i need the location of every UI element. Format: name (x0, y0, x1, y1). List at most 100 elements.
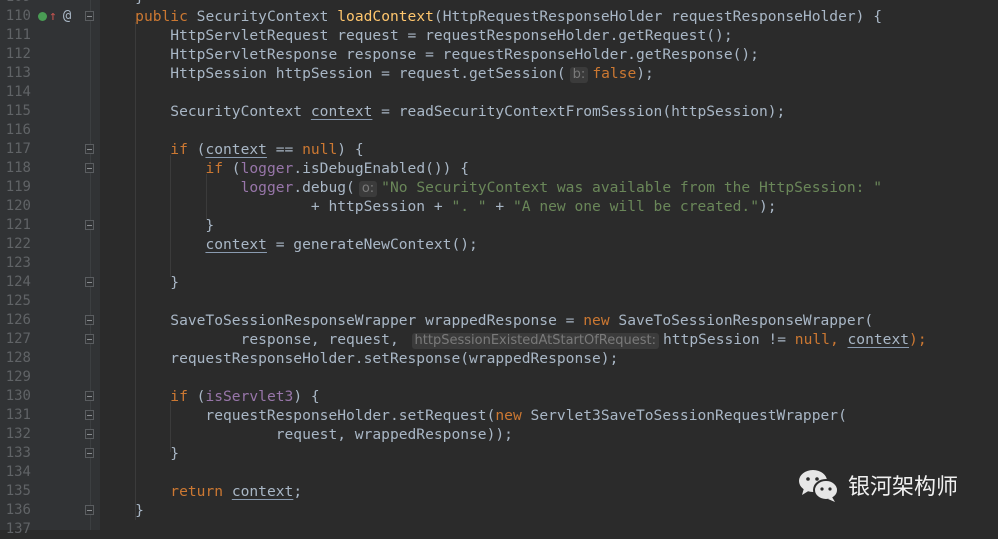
gutter-icons[interactable]: ↑ @ (38, 7, 71, 26)
code-token: "No SecurityContext was available from t… (381, 179, 882, 196)
code-line[interactable]: 136 } (0, 501, 998, 520)
fold-toggle-icon[interactable] (85, 334, 94, 344)
line-number: 127 (5, 331, 31, 347)
code-token: } (100, 502, 144, 519)
line-number: 118 (5, 160, 31, 176)
fold-toggle-icon[interactable] (85, 220, 94, 230)
code-line[interactable]: 125 (0, 292, 998, 311)
code-token: SaveToSessionResponseWrapper( (618, 312, 874, 329)
line-number: 123 (5, 255, 31, 271)
line-number: 116 (5, 122, 31, 138)
code-token: httpSession != (662, 331, 795, 348)
code-line[interactable]: 132 request, wrappedResponse)); (0, 425, 998, 444)
fold-toggle-icon[interactable] (85, 429, 94, 439)
code-token: requestResponseHolder.setResponse(wrappe… (100, 350, 619, 367)
code-line[interactable]: 118 if (logger.isDebugEnabled()) { (0, 159, 998, 178)
parameter-hint: b: (569, 67, 589, 83)
code-line[interactable]: 116 (0, 121, 998, 140)
code-line[interactable]: 122 context = generateNewContext(); (0, 235, 998, 254)
fold-toggle-icon[interactable] (85, 163, 94, 173)
line-number: 124 (5, 274, 31, 290)
code-line[interactable]: 117 if (context == null) { (0, 140, 998, 159)
code-text: } (100, 444, 179, 463)
code-line[interactable]: 130 if (isServlet3) { (0, 387, 998, 406)
code-token: } (100, 445, 180, 462)
code-token: (HttpRequestResponseHolder requestRespon… (433, 8, 883, 25)
code-token: .debug( (293, 179, 355, 196)
code-line[interactable]: 128 requestResponseHolder.setResponse(wr… (0, 349, 998, 368)
code-token: public (135, 8, 197, 25)
code-token: ". " (451, 198, 487, 215)
line-number: 112 (5, 46, 31, 62)
code-line[interactable]: 126 SaveToSessionResponseWrapper wrapped… (0, 311, 998, 330)
line-number: 128 (5, 350, 31, 366)
overrides-method-icon[interactable] (38, 12, 47, 21)
code-line[interactable]: 129 (0, 368, 998, 387)
code-line[interactable]: 131 requestResponseHolder.setRequest(new… (0, 406, 998, 425)
code-token: "A new one will be created." (512, 198, 759, 215)
code-token: logger (240, 179, 294, 196)
fold-toggle-icon[interactable] (85, 448, 94, 458)
line-number: 133 (5, 445, 31, 461)
fold-toggle-icon[interactable] (85, 277, 94, 287)
code-text: if (isServlet3) { (100, 387, 320, 406)
code-token: new (495, 407, 531, 424)
line-number: 110 (5, 8, 31, 24)
code-line[interactable]: 119 logger.debug(o: "No SecurityContext w… (0, 178, 998, 197)
code-token: Servlet3SaveToSessionRequestWrapper( (530, 407, 847, 424)
code-line[interactable]: 127 response, request, httpSessionExiste… (0, 330, 998, 349)
code-line[interactable]: 112 HttpServletResponse response = reque… (0, 45, 998, 64)
line-number: 111 (5, 27, 31, 43)
code-token: SaveToSessionResponseWrapper wrappedResp… (100, 312, 584, 329)
fold-toggle-icon[interactable] (85, 315, 94, 325)
code-token: ) { (293, 388, 320, 405)
code-text: public SecurityContext loadContext(HttpR… (100, 7, 882, 26)
code-editor[interactable]: 109 }110 ↑@ public SecurityContext loadCo… (0, 0, 998, 539)
code-line[interactable]: 121 } (0, 216, 998, 235)
code-token: if (170, 141, 197, 158)
wechat-icon (799, 470, 839, 502)
code-line[interactable]: 109 } (0, 0, 998, 7)
fold-toggle-icon[interactable] (85, 144, 94, 154)
code-token: ( (231, 160, 241, 177)
code-line[interactable]: 115 SecurityContext context = readSecuri… (0, 102, 998, 121)
code-line[interactable]: 110 ↑ @ public SecurityContext loadContext… (0, 7, 998, 26)
code-text: HttpServletResponse response = requestRe… (100, 45, 759, 64)
code-token: context (847, 331, 910, 348)
watermark-text: 银河架构师 (848, 475, 959, 500)
code-text: logger.debug(o: "No SecurityContext was a… (100, 178, 882, 197)
line-number: 113 (5, 65, 31, 81)
code-token: SecurityContext (196, 8, 338, 25)
code-token: logger (240, 160, 294, 177)
fold-toggle-icon[interactable] (85, 505, 94, 515)
code-text: + httpSession + ". " + "A new one will b… (100, 197, 777, 216)
code-token: if (170, 388, 197, 405)
code-line[interactable]: 111 HttpServletRequest request = request… (0, 26, 998, 45)
code-token: + (486, 198, 513, 215)
fold-toggle-icon[interactable] (85, 410, 94, 420)
parameter-hint: httpSessionExistedAtStartOfRequest: (411, 333, 659, 349)
parameter-hint: o: (358, 181, 378, 197)
code-line[interactable]: 120 + httpSession + ". " + "A new one wi… (0, 197, 998, 216)
code-line[interactable]: 133 } (0, 444, 998, 463)
fold-toggle-icon[interactable] (85, 11, 94, 21)
code-token: context (205, 236, 267, 253)
fold-toggle-icon[interactable] (85, 391, 94, 401)
code-token: ); (636, 65, 654, 82)
code-token: null (302, 141, 338, 158)
code-token: HttpServletResponse response = requestRe… (100, 46, 759, 63)
code-token: new (583, 312, 619, 329)
code-line[interactable]: 114 (0, 83, 998, 102)
code-line[interactable]: 113 HttpSession httpSession = request.ge… (0, 64, 998, 83)
code-line[interactable]: 123 (0, 254, 998, 273)
code-token: false (592, 65, 637, 82)
line-number: 126 (5, 312, 31, 328)
line-number: 119 (5, 179, 31, 195)
code-token: SecurityContext (100, 103, 311, 120)
line-number: 117 (5, 141, 31, 157)
code-line[interactable]: 124 } (0, 273, 998, 292)
arrow-up-icon[interactable]: ↑ (49, 7, 57, 26)
